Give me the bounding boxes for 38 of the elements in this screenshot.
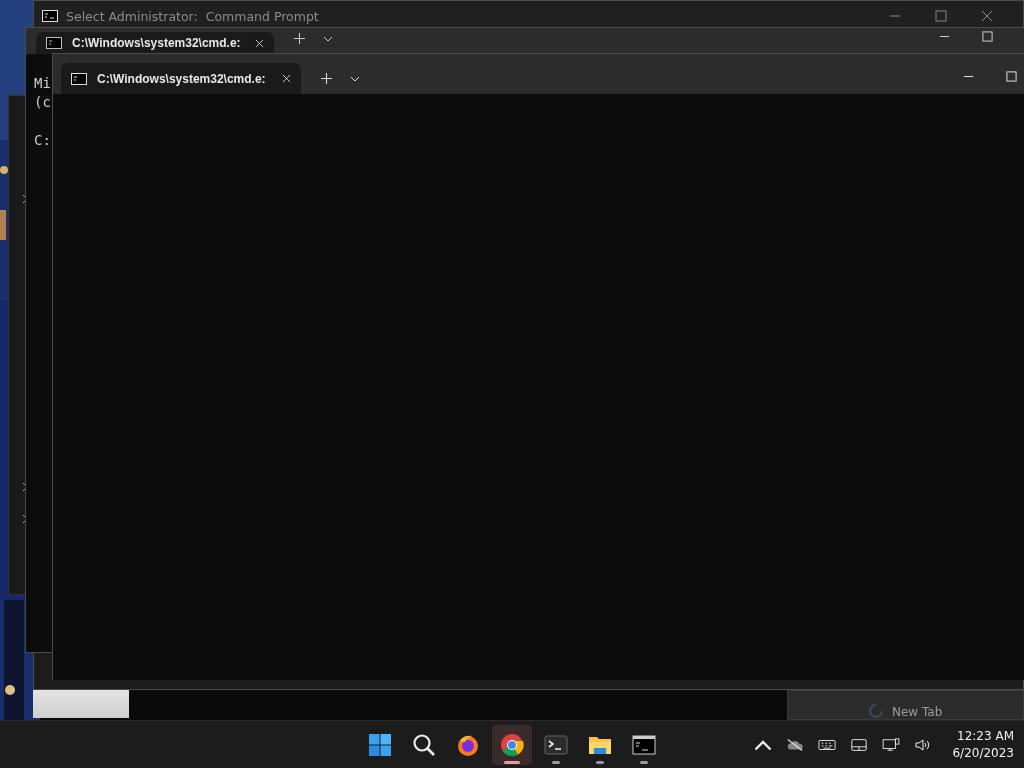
command-prompt-icon	[46, 37, 62, 49]
window-title: Select Administrator: Command Prompt	[66, 8, 319, 24]
console-line: (c	[34, 93, 51, 112]
close-icon[interactable]	[981, 10, 993, 22]
running-indicator	[640, 760, 648, 764]
taskbar-preview[interactable]: New Tab	[787, 690, 1024, 720]
command-prompt-icon	[71, 72, 87, 85]
chrome-icon	[500, 732, 524, 757]
running-indicator	[504, 760, 520, 764]
console-line: C:	[34, 131, 51, 150]
new-tab-icon[interactable]	[321, 73, 332, 84]
command-prompt-icon	[42, 10, 58, 22]
command-prompt-icon	[632, 732, 656, 757]
keyboard-icon[interactable]	[818, 737, 837, 752]
dropdown-icon[interactable]	[350, 76, 360, 82]
preview-title: New Tab	[892, 705, 943, 719]
windows-logo-icon	[368, 732, 392, 757]
close-icon[interactable]	[255, 38, 264, 48]
network-icon[interactable]	[882, 737, 901, 752]
terminal-tab[interactable]: C:\Windows\system32\cmd.e:	[36, 32, 274, 54]
running-indicator	[596, 760, 604, 764]
touchpad-icon[interactable]	[850, 737, 869, 752]
chrome-button[interactable]	[492, 724, 532, 765]
clock-date: 6/20/2023	[952, 744, 1014, 762]
loading-icon	[868, 703, 884, 719]
cloud-off-icon[interactable]	[786, 737, 805, 752]
terminal-tab[interactable]: C:\Windows\system32\cmd.e:	[61, 63, 301, 94]
running-indicator	[552, 760, 560, 764]
tab-title: C:\Windows\system32\cmd.e:	[97, 71, 267, 86]
new-tab-icon[interactable]	[294, 33, 305, 44]
clock-time: 12:23 AM	[957, 727, 1014, 745]
dropdown-icon[interactable]	[323, 36, 333, 42]
terminal-icon	[544, 732, 568, 757]
tab-title: C:\Windows\system32\cmd.e:	[72, 36, 242, 50]
console-line: Mi	[34, 74, 51, 93]
maximize-icon[interactable]	[935, 10, 947, 22]
clock[interactable]: 12:23 AM 6/20/2023	[952, 727, 1014, 762]
search-icon	[412, 732, 436, 757]
